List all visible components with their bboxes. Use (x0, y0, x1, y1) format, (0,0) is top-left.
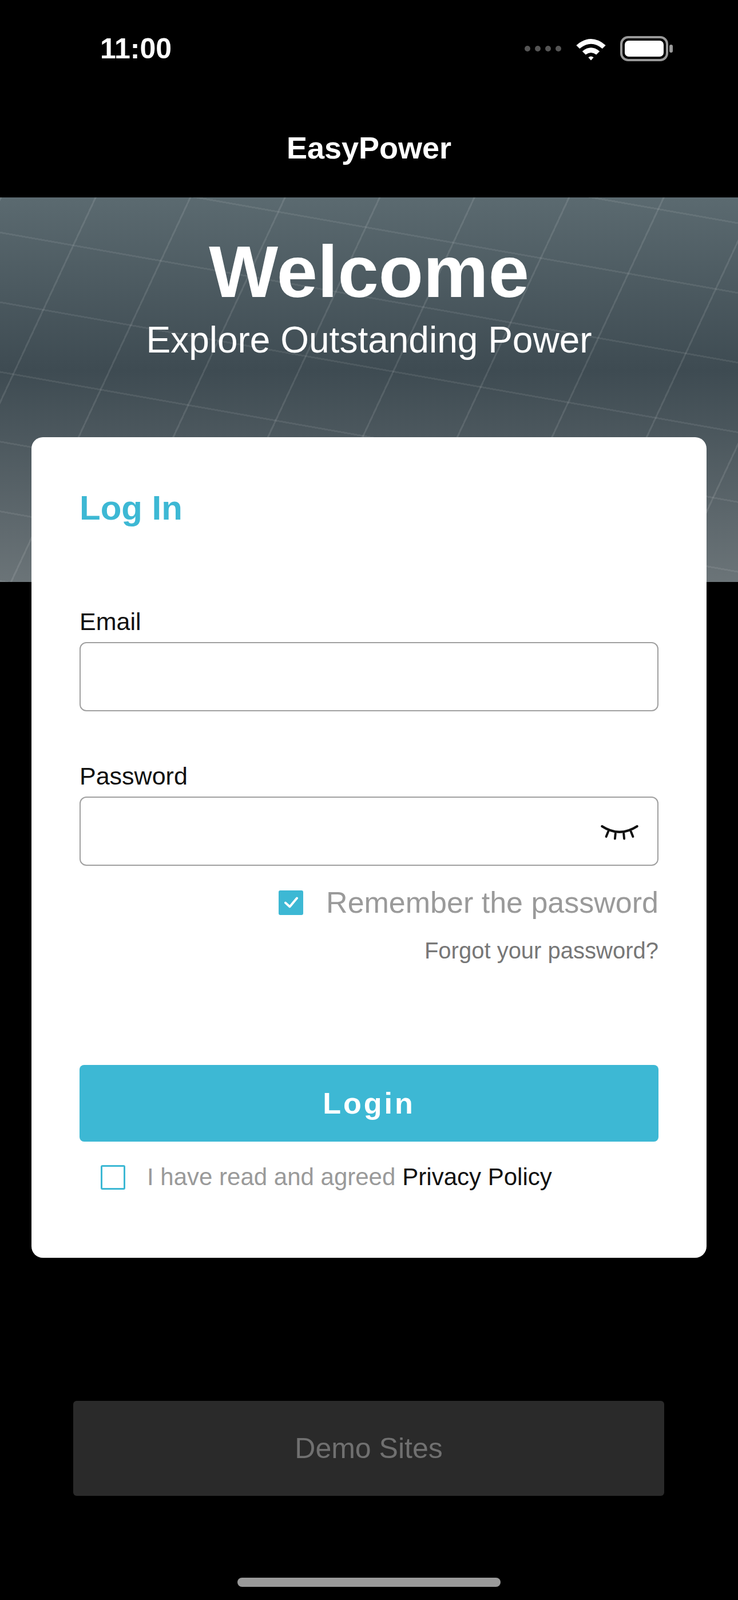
status-time: 11:00 (100, 32, 172, 66)
password-input[interactable] (97, 816, 588, 846)
field-label: Password (79, 761, 659, 791)
privacy-prefix: I have read and agreed (147, 1162, 396, 1192)
privacy-text: I have read and agreedPrivacy Policy (147, 1162, 553, 1192)
wifi-icon (574, 36, 608, 61)
form-field: Password (79, 761, 659, 866)
eye-closed-icon[interactable] (598, 820, 641, 842)
form-field: Email (79, 606, 659, 712)
input-box (79, 641, 659, 712)
forgot-password-link[interactable]: Forgot your password? (424, 935, 659, 965)
remember-label[interactable]: Remember the password (326, 885, 659, 920)
login-screen: 11:00 EasyPower Welcome Explore Outstanding… (0, 0, 738, 1600)
remember-checkbox[interactable] (278, 890, 304, 915)
remember-row: Remember the password (79, 885, 659, 920)
privacy-checkbox[interactable] (100, 1164, 126, 1190)
login-title: Log In (79, 487, 659, 529)
nav-bar: EasyPower (0, 97, 738, 198)
hero-subtitle: Explore Outstanding Power (145, 318, 592, 363)
login-card: Log In Email Password Remember the password… (31, 437, 707, 1258)
signal-icon (524, 45, 562, 53)
email-input[interactable] (97, 661, 641, 692)
nav-title: EasyPower (286, 129, 452, 166)
input-box (79, 796, 659, 866)
privacy-row: I have read and agreedPrivacy Policy (79, 1162, 659, 1192)
battery-icon (620, 36, 674, 62)
home-indicator (237, 1577, 501, 1587)
check-icon (282, 893, 300, 911)
field-label: Email (79, 606, 659, 636)
hero-title: Welcome (208, 231, 530, 313)
status-bar: 11:00 (0, 0, 738, 98)
status-icons (524, 36, 674, 62)
login-button[interactable]: Login (79, 1064, 659, 1142)
demo-sites-button[interactable]: Demo Sites (73, 1400, 665, 1496)
privacy-policy-link[interactable]: Privacy Policy (402, 1162, 552, 1192)
